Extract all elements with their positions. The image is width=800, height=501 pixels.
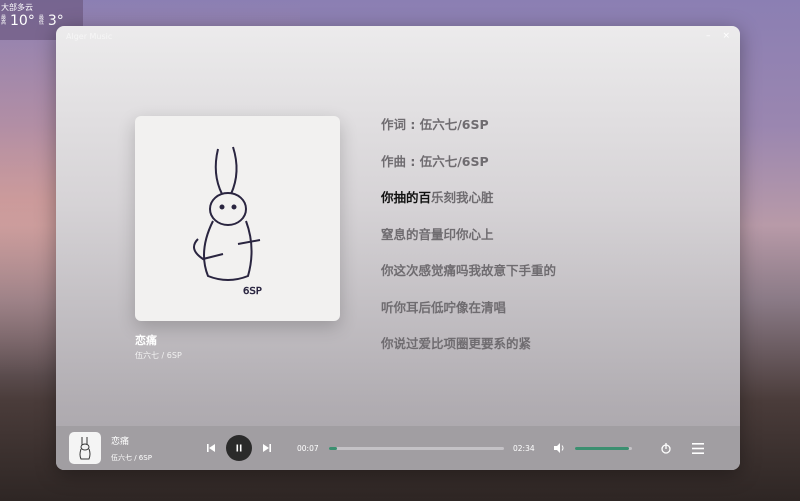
mini-cover[interactable] [69, 432, 101, 464]
low-label: 最低 [38, 15, 44, 26]
progress-slider[interactable] [329, 446, 504, 450]
volume-slider[interactable] [575, 446, 632, 450]
lyric-line-current[interactable]: 你抽的百乐刻我心脏 [381, 189, 556, 226]
album-cover: 6SP [135, 116, 340, 321]
song-title: 恋痛 [135, 334, 157, 347]
player-bar: 恋痛 伍六七 / 6SP 00:07 02:34 [56, 426, 740, 470]
next-button[interactable] [262, 443, 272, 453]
weather-condition: 大部多云 [1, 3, 33, 12]
player-song-title: 恋痛 [111, 436, 130, 447]
app-window: Alger Music – × 6SP 恋痛 伍六七 / 6SP 作词 : 伍六… [56, 26, 740, 470]
high-label: 最高 [1, 15, 7, 26]
volume-button[interactable] [553, 442, 565, 454]
skip-back-icon [207, 444, 215, 452]
lyric-line[interactable]: 听你耳后低咛像在清唱 [381, 299, 556, 336]
lyric-line[interactable]: 你这次感觉痛吗我故意下手重的 [381, 262, 556, 299]
pause-button[interactable] [226, 435, 252, 461]
volume-icon [554, 443, 564, 453]
volume-fill [575, 446, 630, 450]
heartbeat-mode-icon [661, 443, 671, 454]
lyrics-panel: 作词 : 伍六七/6SP 作曲 : 伍六七/6SP 你抽的百乐刻我心脏 窒息的音… [381, 116, 556, 372]
lyric-line[interactable]: 窒息的音量印你心上 [381, 226, 556, 263]
minimize-button[interactable]: – [706, 31, 711, 41]
play-mode-button[interactable] [660, 442, 672, 454]
song-artist[interactable]: 伍六七 / 6SP [135, 350, 182, 361]
menu-icon [692, 442, 704, 454]
current-time: 00:07 [297, 443, 319, 453]
app-title: Alger Music [66, 31, 113, 41]
bunny-thumb-icon [79, 437, 91, 460]
progress-fill [329, 446, 337, 450]
lyric-line[interactable]: 作曲 : 伍六七/6SP [381, 153, 556, 190]
high-temp: 10° [10, 13, 35, 29]
pause-icon [236, 444, 242, 452]
playlist-button[interactable] [692, 442, 704, 454]
player-song-artist[interactable]: 伍六七 / 6SP [111, 453, 196, 463]
close-button[interactable]: × [722, 31, 730, 41]
previous-button[interactable] [206, 443, 216, 453]
lyric-line[interactable]: 你说过爱比项圈更要系的紧 [381, 335, 556, 372]
bunny-illustration: 6SP [192, 146, 262, 297]
svg-text:6SP: 6SP [243, 286, 262, 297]
skip-forward-icon [263, 444, 271, 452]
title-bar[interactable]: Alger Music – × [56, 26, 740, 46]
total-time: 02:34 [513, 443, 535, 453]
lyric-line[interactable]: 作词 : 伍六七/6SP [381, 116, 556, 153]
